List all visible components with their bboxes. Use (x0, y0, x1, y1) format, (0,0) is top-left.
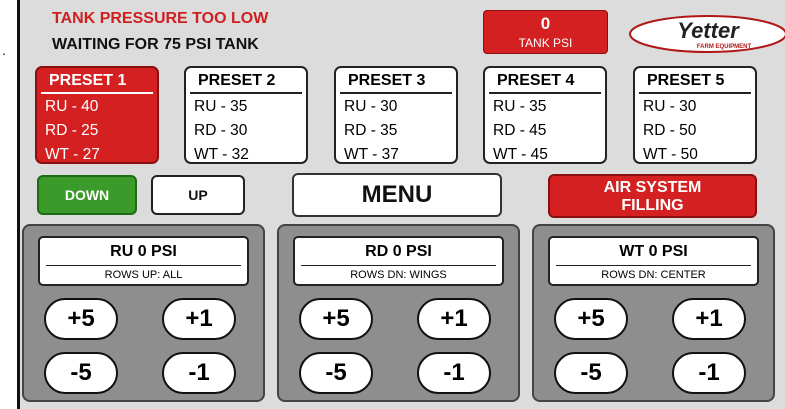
preset-rd: RD - 50 (643, 122, 697, 139)
preset-ru: RU - 35 (194, 98, 248, 115)
wt-pressure-label: WT 0 PSI (619, 243, 688, 260)
menu-button[interactable]: MENU (292, 173, 502, 217)
wt-minus-5-button[interactable]: -5 (554, 352, 628, 394)
rd-pressure-label: RD 0 PSI (365, 243, 432, 260)
rd-rows-label: ROWS DN: WINGS (350, 269, 447, 281)
preset-ru: RU - 35 (493, 98, 547, 115)
down-button[interactable]: DOWN (37, 175, 137, 215)
rd-minus-1-button[interactable]: -1 (417, 352, 491, 394)
alert-waiting: WAITING FOR 75 PSI TANK (52, 36, 259, 53)
wt-plus-5-button[interactable]: +5 (554, 298, 628, 340)
preset-ru: RU - 40 (45, 98, 99, 115)
preset-rd: RD - 35 (344, 122, 398, 139)
rd-minus-5-button[interactable]: -5 (299, 352, 373, 394)
preset-1-button[interactable]: PRESET 1 RU - 40 RD - 25 WT - 27 (35, 66, 159, 164)
ru-rows-label: ROWS UP: ALL (104, 269, 183, 281)
rd-panel: RD 0 PSI ROWS DN: WINGS +5 +1 -5 -1 (277, 224, 520, 402)
preset-3-button[interactable]: PRESET 3 RU - 30 RD - 35 WT - 37 (334, 66, 458, 164)
preset-ru: RU - 30 (643, 98, 697, 115)
preset-title: PRESET 2 (190, 68, 302, 94)
preset-wt: WT - 37 (344, 146, 399, 163)
rd-readout: RD 0 PSI ROWS DN: WINGS (293, 236, 504, 286)
air-system-button[interactable]: AIR SYSTEM FILLING (548, 174, 757, 218)
divider (556, 265, 751, 266)
ru-minus-5-button[interactable]: -5 (44, 352, 118, 394)
wt-rows-label: ROWS DN: CENTER (601, 269, 706, 281)
wt-panel: WT 0 PSI ROWS DN: CENTER +5 +1 -5 -1 (532, 224, 775, 402)
ru-plus-5-button[interactable]: +5 (44, 298, 118, 340)
air-system-label-line2: FILLING (621, 197, 684, 214)
preset-4-button[interactable]: PRESET 4 RU - 35 RD - 45 WT - 45 (483, 66, 607, 164)
preset-2-button[interactable]: PRESET 2 RU - 35 RD - 30 WT - 32 (184, 66, 308, 164)
divider (301, 265, 496, 266)
logo-name: Yetter (677, 18, 740, 43)
rd-plus-5-button[interactable]: +5 (299, 298, 373, 340)
divider (46, 265, 241, 266)
preset-title: PRESET 5 (639, 68, 751, 94)
yetter-logo: Yetter FARM EQUIPMENT (628, 14, 785, 54)
preset-wt: WT - 27 (45, 146, 100, 163)
preset-wt: WT - 45 (493, 146, 548, 163)
preset-ru: RU - 30 (344, 98, 398, 115)
tank-psi-label: TANK PSI (518, 36, 573, 50)
preset-rd: RD - 25 (45, 122, 99, 139)
preset-rd: RD - 30 (194, 122, 248, 139)
tank-psi-value: 0 (540, 14, 551, 33)
edge-marker: . (2, 42, 6, 58)
rd-plus-1-button[interactable]: +1 (417, 298, 491, 340)
preset-wt: WT - 50 (643, 146, 698, 163)
ru-minus-1-button[interactable]: -1 (162, 352, 236, 394)
ru-pressure-label: RU 0 PSI (110, 243, 177, 260)
preset-row: PRESET 1 RU - 40 RD - 25 WT - 27 PRESET … (0, 66, 785, 166)
wt-minus-1-button[interactable]: -1 (672, 352, 746, 394)
ru-plus-1-button[interactable]: +1 (162, 298, 236, 340)
wt-readout: WT 0 PSI ROWS DN: CENTER (548, 236, 759, 286)
air-system-label-line1: AIR SYSTEM (603, 179, 702, 196)
up-button[interactable]: UP (151, 175, 245, 215)
alert-tank-low: TANK PRESSURE TOO LOW (52, 10, 269, 27)
ru-readout: RU 0 PSI ROWS UP: ALL (38, 236, 249, 286)
preset-wt: WT - 32 (194, 146, 249, 163)
preset-title: PRESET 4 (489, 68, 601, 94)
preset-title: PRESET 1 (41, 68, 153, 94)
preset-title: PRESET 3 (340, 68, 452, 94)
preset-5-button[interactable]: PRESET 5 RU - 30 RD - 50 WT - 50 (633, 66, 757, 164)
tank-psi-display[interactable]: 0 TANK PSI (483, 10, 608, 54)
ru-panel: RU 0 PSI ROWS UP: ALL +5 +1 -5 -1 (22, 224, 265, 402)
preset-rd: RD - 45 (493, 122, 547, 139)
logo-sub: FARM EQUIPMENT (697, 44, 752, 50)
wt-plus-1-button[interactable]: +1 (672, 298, 746, 340)
